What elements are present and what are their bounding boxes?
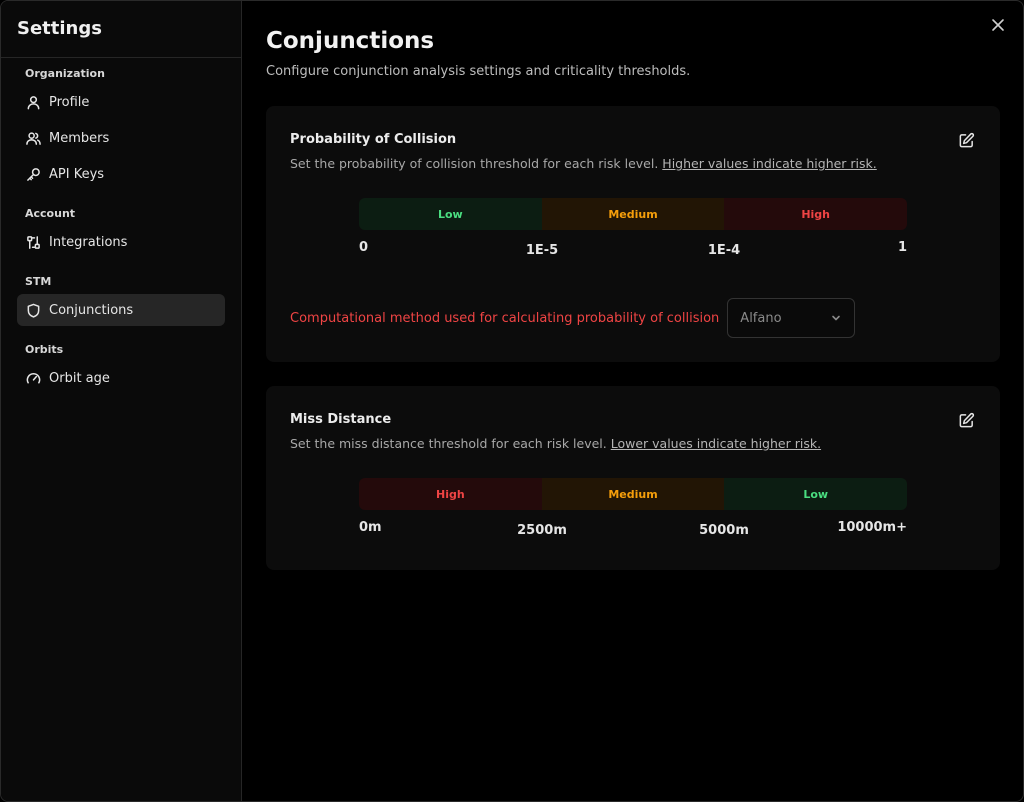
miss-segment-high: High bbox=[359, 478, 542, 510]
integrations-icon bbox=[25, 234, 41, 250]
gauge-icon bbox=[25, 370, 41, 386]
page-subtitle: Configure conjunction analysis settings … bbox=[266, 64, 691, 79]
sidebar-item-conjunctions[interactable]: Conjunctions bbox=[17, 294, 225, 326]
poc-tick-min: 0 bbox=[359, 240, 369, 255]
nav-section-orbits: Orbits Orbit age bbox=[17, 342, 225, 394]
poc-method-value: Alfano bbox=[740, 310, 782, 326]
poc-method-label: Computational method used for calculatin… bbox=[290, 310, 720, 326]
sidebar-item-label: Profile bbox=[49, 94, 90, 110]
nav-section-account: Account Integrations bbox=[17, 206, 225, 258]
poc-card: Probability of Collision Set the probabi… bbox=[266, 106, 1000, 362]
shield-icon bbox=[25, 302, 41, 318]
poc-segment-medium: Medium bbox=[541, 198, 725, 230]
poc-method-select[interactable]: Alfano bbox=[727, 298, 856, 338]
close-icon bbox=[992, 19, 1004, 31]
sidebar-item-label: Conjunctions bbox=[49, 302, 134, 318]
sidebar-item-label: Members bbox=[49, 130, 110, 146]
miss-desc-text: Set the miss distance threshold for each… bbox=[290, 436, 607, 451]
miss-card-description: Set the miss distance threshold for each… bbox=[290, 436, 821, 451]
poc-card-title: Probability of Collision bbox=[290, 132, 457, 147]
miss-desc-link[interactable]: Lower values indicate higher risk. bbox=[611, 436, 821, 451]
miss-tick-medium-low[interactable]: 5000m bbox=[699, 523, 749, 538]
sidebar-title: Settings bbox=[1, 1, 241, 58]
sidebar-item-orbit-age[interactable]: Orbit age bbox=[17, 362, 225, 394]
settings-window: Settings Organization Profile Members AP… bbox=[0, 0, 1024, 802]
poc-edit-button[interactable] bbox=[958, 132, 978, 152]
section-label-account: Account bbox=[25, 207, 76, 220]
sidebar-item-label: Integrations bbox=[49, 234, 128, 250]
key-icon bbox=[25, 166, 41, 182]
close-button[interactable] bbox=[991, 17, 1009, 35]
miss-segment-medium: Medium bbox=[541, 478, 725, 510]
section-label-organization: Organization bbox=[25, 67, 105, 80]
miss-tick-high-medium[interactable]: 2500m bbox=[517, 523, 567, 538]
main-content: Conjunctions Configure conjunction analy… bbox=[242, 1, 1023, 801]
poc-tick-low-medium[interactable]: 1E-5 bbox=[526, 243, 558, 258]
poc-desc-text: Set the probability of collision thresho… bbox=[290, 156, 659, 171]
sidebar-item-profile[interactable]: Profile bbox=[17, 86, 225, 118]
chevron-down-icon bbox=[832, 315, 841, 321]
sidebar-item-integrations[interactable]: Integrations bbox=[17, 226, 225, 258]
miss-segment-low: Low bbox=[724, 478, 907, 510]
miss-distance-card: Miss Distance Set the miss distance thre… bbox=[266, 386, 1000, 570]
section-label-orbits: Orbits bbox=[25, 343, 64, 356]
miss-card-title: Miss Distance bbox=[290, 412, 392, 427]
sidebar-nav: Organization Profile Members API Keys Ac… bbox=[1, 58, 241, 394]
nav-section-organization: Organization Profile Members API Keys bbox=[17, 66, 225, 190]
poc-tick-medium-high[interactable]: 1E-4 bbox=[708, 243, 740, 258]
user-icon bbox=[25, 94, 41, 110]
sidebar: Settings Organization Profile Members AP… bbox=[1, 1, 242, 801]
miss-tick-min: 0m bbox=[359, 520, 382, 535]
sidebar-item-label: API Keys bbox=[49, 166, 105, 182]
miss-risk-scale: High Medium Low bbox=[359, 478, 907, 510]
nav-section-stm: STM Conjunctions bbox=[17, 274, 225, 326]
poc-desc-link[interactable]: Higher values indicate higher risk. bbox=[662, 156, 876, 171]
edit-icon bbox=[959, 412, 975, 428]
poc-risk-scale: Low Medium High bbox=[359, 198, 907, 230]
poc-card-description: Set the probability of collision thresho… bbox=[290, 156, 877, 171]
sidebar-item-label: Orbit age bbox=[49, 370, 110, 386]
miss-tick-max: 10000m+ bbox=[837, 520, 907, 535]
sidebar-item-api-keys[interactable]: API Keys bbox=[17, 158, 225, 190]
users-icon bbox=[25, 130, 41, 146]
section-label-stm: STM bbox=[25, 275, 52, 288]
edit-icon bbox=[959, 132, 975, 148]
miss-edit-button[interactable] bbox=[958, 412, 978, 432]
poc-tick-max: 1 bbox=[897, 240, 907, 255]
poc-segment-high: High bbox=[724, 198, 907, 230]
poc-segment-low: Low bbox=[359, 198, 542, 230]
page-title: Conjunctions bbox=[266, 28, 435, 54]
poc-method-row: Computational method used for calculatin… bbox=[290, 298, 856, 338]
sidebar-item-members[interactable]: Members bbox=[17, 122, 225, 154]
